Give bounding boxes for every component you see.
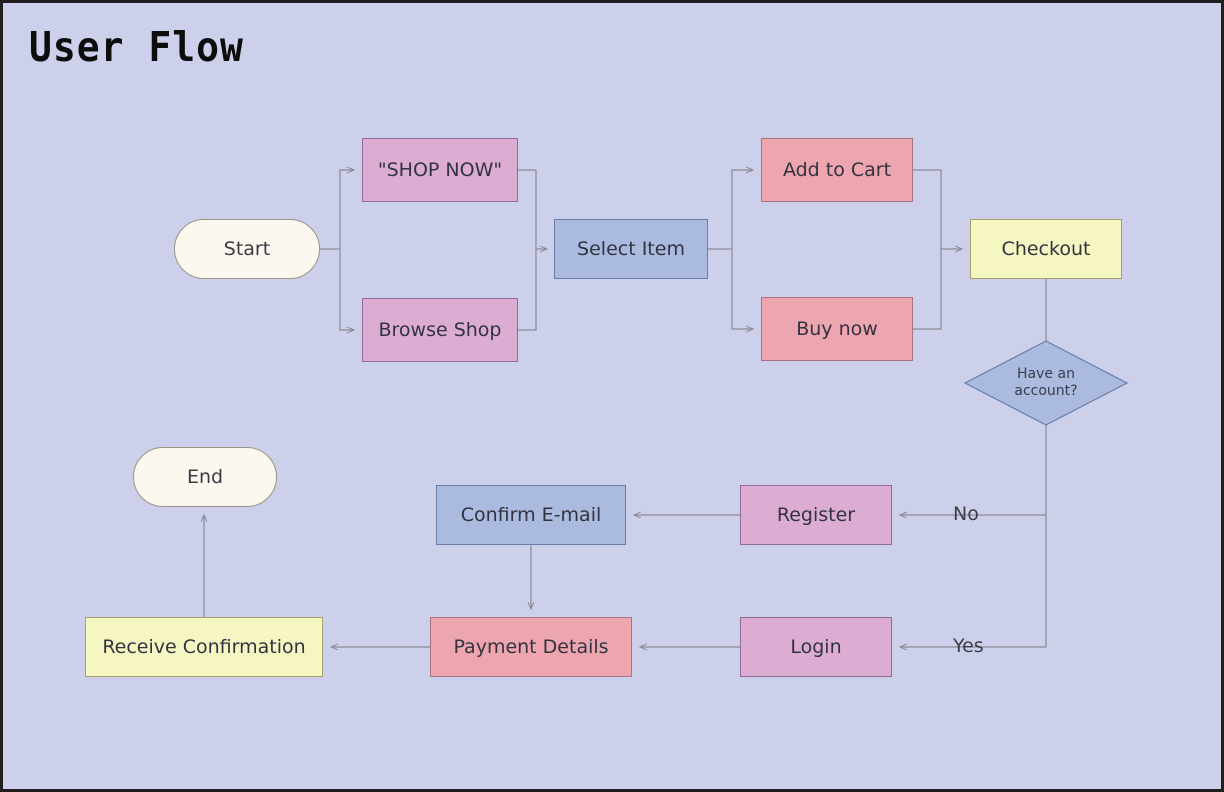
edge-browse-shop-select	[518, 249, 537, 331]
node-shop-now[interactable]: "SHOP NOW"	[362, 138, 518, 202]
edge-select-buy-now	[731, 249, 753, 329]
edge-add-to-cart-merge	[913, 169, 942, 249]
node-add-to-cart[interactable]: Add to Cart	[761, 138, 913, 202]
edge-start-browse-shop	[339, 249, 354, 330]
node-register[interactable]: Register	[740, 485, 892, 545]
node-register-label: Register	[776, 503, 856, 526]
node-start[interactable]: Start	[174, 219, 320, 279]
node-checkout-label: Checkout	[1001, 237, 1091, 260]
edge-select-add-to-cart	[731, 170, 753, 249]
node-payment-details[interactable]: Payment Details	[430, 617, 632, 677]
node-confirm-email[interactable]: Confirm E-mail	[436, 485, 626, 545]
node-payment-details-label: Payment Details	[453, 635, 609, 658]
diagram-title: User Flow	[29, 23, 244, 71]
node-login-label: Login	[790, 635, 842, 658]
edge-label-no: No	[953, 503, 979, 525]
node-select-item-label: Select Item	[577, 237, 685, 260]
node-checkout[interactable]: Checkout	[970, 219, 1122, 279]
node-buy-now[interactable]: Buy now	[761, 297, 913, 361]
node-receive-confirmation[interactable]: Receive Confirmation	[85, 617, 323, 677]
flowchart-canvas: User Flow Start "SHOP NOW" Browse Shop S…	[0, 0, 1224, 792]
edge-buy-now-merge	[913, 249, 942, 330]
node-add-to-cart-label: Add to Cart	[782, 158, 892, 181]
node-buy-now-label: Buy now	[796, 317, 878, 340]
node-shop-now-label: "SHOP NOW"	[377, 158, 503, 181]
node-receive-confirmation-label: Receive Confirmation	[102, 635, 306, 658]
node-have-an-account-label: Have an account?	[1014, 365, 1078, 400]
node-have-an-account[interactable]: Have an account?	[985, 353, 1107, 413]
node-login[interactable]: Login	[740, 617, 892, 677]
node-start-label: Start	[223, 237, 271, 260]
edge-start-shop-now	[339, 170, 354, 249]
edge-shop-now-select	[518, 169, 537, 249]
node-confirm-email-label: Confirm E-mail	[460, 503, 602, 526]
node-end[interactable]: End	[133, 447, 277, 507]
node-end-label: End	[186, 465, 224, 488]
node-browse-shop-label: Browse Shop	[378, 318, 502, 341]
edge-label-yes: Yes	[953, 635, 984, 657]
node-browse-shop[interactable]: Browse Shop	[362, 298, 518, 362]
node-select-item[interactable]: Select Item	[554, 219, 708, 279]
